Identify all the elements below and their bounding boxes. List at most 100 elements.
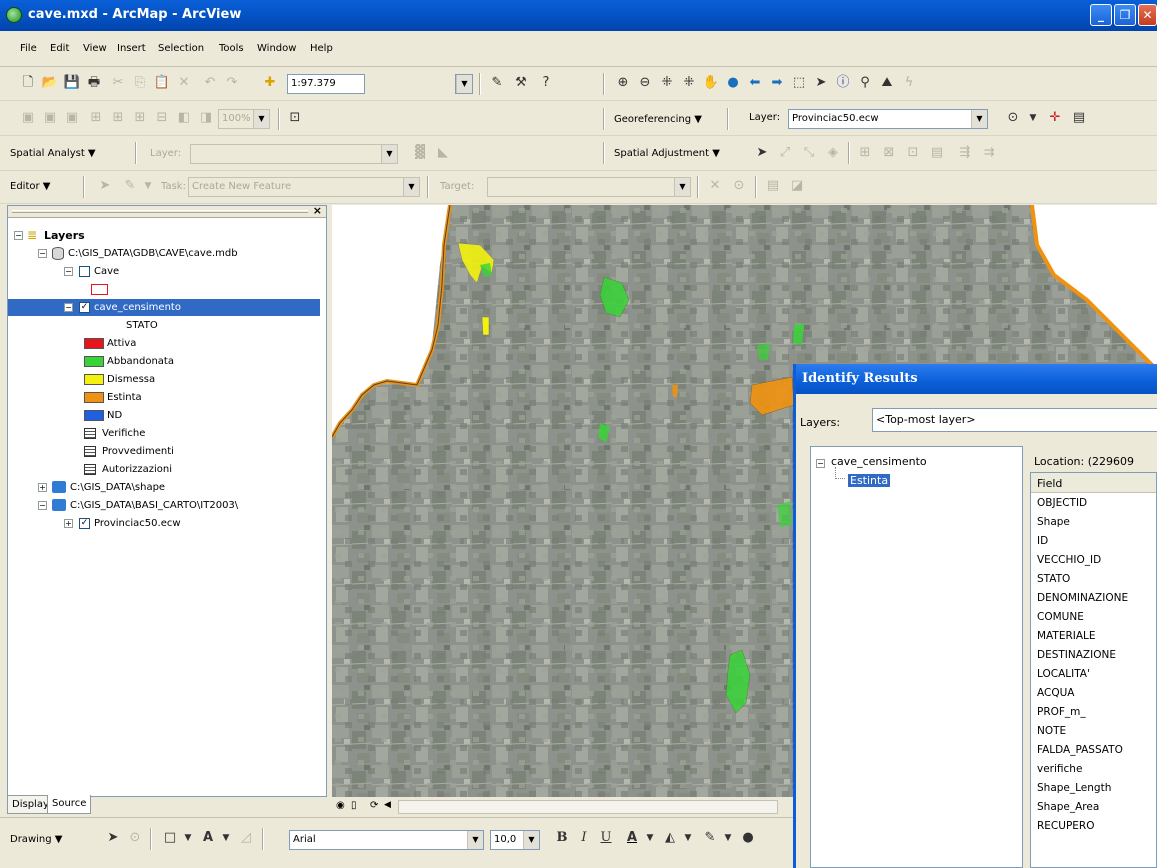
zoom-whole-page-icon[interactable]: ⊞	[86, 108, 106, 128]
view-link-table-icon[interactable]: ▤	[1069, 108, 1089, 128]
edit-vertices-icon[interactable]: ◿	[236, 828, 256, 848]
zoom-out-icon[interactable]: ⊖	[635, 73, 655, 93]
legend-swatch[interactable]	[84, 374, 104, 385]
legend-item[interactable]: ND	[8, 407, 326, 424]
select-elements-arrow-icon[interactable]: ➤	[103, 828, 123, 848]
map-scale-combo[interactable]: 1:97.379	[287, 74, 365, 94]
tab-source[interactable]: Source	[47, 795, 92, 814]
legend-swatch[interactable]	[84, 356, 104, 367]
new-displacement-link-icon[interactable]: ⤢	[775, 143, 795, 163]
select-features-icon[interactable]: ⬚	[789, 73, 809, 93]
identify-title-bar[interactable]: Identify Results	[796, 364, 1157, 394]
toc-basi-folder[interactable]: − C:\GIS_DATA\BASI_CARTO\IT2003\	[8, 497, 326, 514]
new-identity-link-icon[interactable]: ⊞	[855, 143, 875, 163]
horizontal-scrollbar[interactable]	[398, 800, 778, 814]
multi-displacement-icon[interactable]: ◈	[823, 143, 843, 163]
new-limited-adjustment-icon[interactable]: ⊠	[879, 143, 899, 163]
fill-color-dropdown-icon[interactable]: ▼	[678, 828, 698, 848]
select-features-arrow-icon[interactable]: ➤	[752, 143, 772, 163]
marker-color-icon[interactable]: ●	[738, 828, 758, 848]
layout-zoom-in-icon[interactable]: ▣	[18, 108, 38, 128]
menu-help[interactable]: Help	[310, 43, 333, 54]
identify-tree-child[interactable]: Estinta	[848, 474, 891, 487]
identify-tree-root[interactable]: cave_censimento	[831, 455, 927, 468]
toc-root-layers[interactable]: − ≣ Layers	[8, 227, 326, 244]
zoom-page-icon[interactable]: ⊟	[152, 108, 172, 128]
rectangle-tool-icon[interactable]: □	[160, 828, 180, 848]
edge-match-icon[interactable]: ⇶	[955, 143, 975, 163]
scroll-left-arrow-icon[interactable]: ◀	[384, 800, 391, 810]
attributes-icon[interactable]: ▤	[763, 176, 783, 196]
drawing-menu[interactable]: Drawing ▼	[10, 834, 62, 845]
rotate-edit-icon[interactable]: ⊙	[729, 176, 749, 196]
layout-zoom-combo[interactable]: 100% ▼	[218, 109, 270, 129]
fields-header[interactable]: Field	[1031, 473, 1156, 493]
line-color-icon[interactable]: ✎	[700, 828, 720, 848]
find-binoculars-icon[interactable]: ⚲	[855, 73, 875, 93]
legend-swatch[interactable]	[84, 410, 104, 421]
toggle-draft-icon[interactable]: ⊡	[285, 108, 305, 128]
toc-table-autorizzazioni[interactable]: Autorizzazioni	[8, 461, 326, 478]
fixed-zoom-out-icon[interactable]: ⁜	[679, 73, 699, 93]
collapse-icon[interactable]: −	[38, 501, 47, 510]
toc-table-verifiche[interactable]: Verifiche	[8, 425, 326, 442]
sketch-dropdown-icon[interactable]: ▼	[138, 176, 158, 196]
back-arrow-icon[interactable]: ⬅	[745, 73, 765, 93]
split-tool-icon[interactable]: ✕	[705, 176, 725, 196]
fixed-zoom-page-icon[interactable]: ⊞	[108, 108, 128, 128]
collapse-icon[interactable]: −	[816, 459, 825, 468]
menu-edit[interactable]: Edit	[50, 43, 69, 54]
fill-color-icon[interactable]: ◭	[660, 828, 680, 848]
cut-icon[interactable]: ✂	[108, 73, 128, 93]
task-combo[interactable]: Create New Feature ▼	[188, 177, 420, 197]
legend-swatch[interactable]	[84, 392, 104, 403]
open-folder-icon[interactable]: 📂	[40, 73, 60, 93]
cave-censimento-checkbox[interactable]: ✓	[79, 302, 90, 313]
save-icon[interactable]: 💾	[62, 73, 82, 93]
view-links-table-icon[interactable]: ▤	[927, 143, 947, 163]
toc-database[interactable]: − C:\GIS_DATA\GDB\CAVE\cave.mdb	[8, 245, 326, 262]
toc-grip[interactable]	[12, 210, 308, 213]
edit-tool-icon[interactable]: ➤	[95, 176, 115, 196]
bold-button[interactable]: B	[552, 828, 572, 848]
toc-layer-cave-censimento[interactable]: − ✓ cave_censimento	[8, 299, 320, 316]
menu-view[interactable]: View	[83, 43, 107, 54]
italic-button[interactable]: I	[574, 828, 594, 848]
spatial-analyst-layer-combo[interactable]: ▼	[190, 144, 398, 164]
rectangle-dropdown-icon[interactable]: ▼	[178, 828, 198, 848]
modify-link-icon[interactable]: ⤡	[799, 143, 819, 163]
restore-button[interactable]: ❐	[1114, 4, 1136, 26]
zoom-100-icon[interactable]: ⊞	[130, 108, 150, 128]
menu-insert[interactable]: Insert	[117, 43, 146, 54]
layout-zoom-out-icon[interactable]: ▣	[40, 108, 60, 128]
measure-icon[interactable]: ⛰	[877, 73, 897, 93]
font-color-dropdown-icon[interactable]: ▼	[640, 828, 660, 848]
font-name-combo[interactable]: Arial ▼	[289, 830, 484, 850]
layout-view-icon[interactable]: ▯	[351, 800, 357, 811]
collapse-icon[interactable]: −	[64, 267, 73, 276]
legend-item[interactable]: Attiva	[8, 335, 326, 352]
spatial-adjustment-menu[interactable]: Spatial Adjustment ▼	[614, 148, 720, 159]
attribute-transfer-icon[interactable]: ⊡	[903, 143, 923, 163]
menu-window[interactable]: Window	[257, 43, 296, 54]
legend-swatch[interactable]	[84, 338, 104, 349]
select-elements-icon[interactable]: ➤	[811, 73, 831, 93]
font-size-combo[interactable]: 10,0 ▼	[490, 830, 540, 850]
copy-icon[interactable]: ⎘	[130, 73, 150, 93]
line-color-dropdown-icon[interactable]: ▼	[718, 828, 738, 848]
legend-item[interactable]: Abbandonata	[8, 353, 326, 370]
layout-pan-icon[interactable]: ▣	[62, 108, 82, 128]
add-data-icon[interactable]: ✚	[260, 73, 280, 93]
collapse-icon[interactable]: −	[14, 231, 23, 240]
sketch-tool-icon[interactable]: ✎	[120, 176, 140, 196]
data-view-icon[interactable]: ◉	[336, 800, 345, 811]
rotate-dropdown-icon[interactable]: ▼	[1023, 108, 1043, 128]
menu-selection[interactable]: Selection	[158, 43, 204, 54]
refresh-view-icon[interactable]: ⟳	[370, 800, 378, 811]
histogram-icon[interactable]: ▓	[410, 143, 430, 163]
cave-symbol-swatch[interactable]	[91, 284, 108, 295]
expand-icon[interactable]: +	[64, 519, 73, 528]
close-button[interactable]: ✕	[1138, 4, 1157, 26]
add-control-points-icon[interactable]: ✛	[1045, 108, 1065, 128]
cave-checkbox[interactable]	[79, 266, 90, 277]
